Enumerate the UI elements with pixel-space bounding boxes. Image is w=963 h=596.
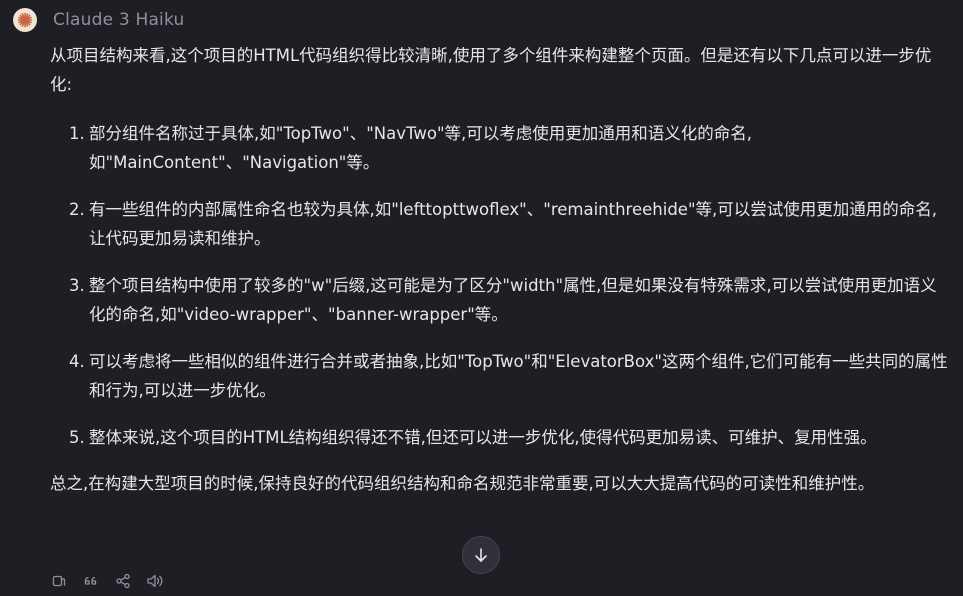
claude-avatar (13, 8, 37, 32)
share-button[interactable] (114, 571, 132, 591)
list-item-text: 部分组件名称过于具体,如"TopTwo"、"NavTwo"等,可以考虑使用更加通… (89, 124, 753, 172)
list-item-text: 整体来说,这个项目的HTML结构组织得还不错,但还可以进一步优化,使得代码更加易… (89, 428, 877, 447)
list-item: 4. 可以考虑将一些相似的组件进行合并或者抽象,比如"TopTwo"和"Elev… (50, 347, 950, 405)
list-item-number: 3. (69, 276, 85, 295)
list-item-text: 有一些组件的内部属性命名也较为具体,如"lefttopttwoflex"、"re… (89, 200, 938, 248)
scroll-to-bottom-button[interactable] (462, 536, 500, 574)
list-item: 5. 整体来说,这个项目的HTML结构组织得还不错,但还可以进一步优化,使得代码… (50, 423, 950, 452)
copy-icon (52, 575, 66, 587)
arrow-down-icon (475, 548, 487, 562)
list-item-number: 4. (69, 352, 85, 371)
list-item-number: 1. (69, 124, 85, 143)
message-actions (50, 571, 164, 591)
speaker-icon (147, 574, 163, 588)
list-item: 2. 有一些组件的内部属性命名也较为具体,如"lefttopttwoflex"、… (50, 195, 950, 253)
list-item: 1. 部分组件名称过于具体,如"TopTwo"、"NavTwo"等,可以考虑使用… (50, 119, 950, 177)
claude-sunburst-icon (17, 12, 33, 28)
list-item-text: 整个项目结构中使用了较多的"w"后缀,这可能是为了区分"width"属性,但是如… (89, 276, 937, 324)
list-item: 3. 整个项目结构中使用了较多的"w"后缀,这可能是为了区分"width"属性,… (50, 271, 950, 329)
message-intro: 从项目结构来看,这个项目的HTML代码组织得比较清晰,使用了多个组件来构建整个页… (50, 46, 932, 94)
quote-button[interactable] (82, 571, 100, 591)
assistant-message: 从项目结构来看,这个项目的HTML代码组织得比较清晰,使用了多个组件来构建整个页… (50, 41, 950, 498)
copy-button[interactable] (50, 571, 68, 591)
read-aloud-button[interactable] (146, 571, 164, 591)
message-header: Claude 3 Haiku (13, 8, 184, 32)
model-name: Claude 3 Haiku (53, 10, 185, 30)
share-icon (116, 573, 130, 589)
chat-page: Claude 3 Haiku 从项目结构来看,这个项目的HTML代码组织得比较清… (0, 0, 963, 596)
list-item-number: 2. (69, 200, 85, 219)
quote-icon (84, 576, 97, 585)
list-item-number: 5. (69, 428, 85, 447)
message-outro: 总之,在构建大型项目的时候,保持良好的代码组织结构和命名规范非常重要,可以大大提… (50, 474, 875, 493)
list-item-text: 可以考虑将一些相似的组件进行合并或者抽象,比如"TopTwo"和"Elevato… (89, 352, 948, 400)
suggestion-list: 1. 部分组件名称过于具体,如"TopTwo"、"NavTwo"等,可以考虑使用… (50, 119, 950, 452)
